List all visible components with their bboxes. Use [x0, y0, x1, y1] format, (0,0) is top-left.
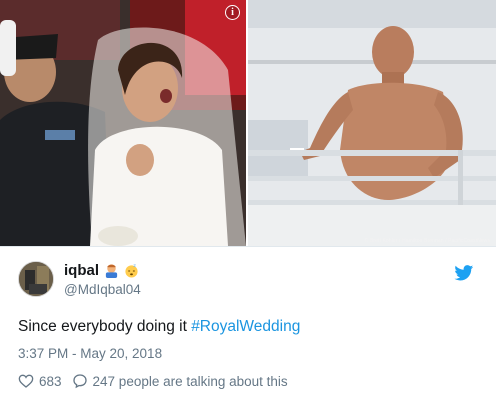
heart-icon — [18, 374, 34, 388]
sleeping-face-emoji: z — [125, 264, 138, 278]
balcony-photo-illustration — [248, 0, 496, 246]
tweet-header: iqbal z @MdIqbal04 — [18, 247, 478, 305]
man-technologist-emoji — [105, 264, 118, 278]
balcony-photo[interactable]: © Brett Kohler / Hamilton Brennan / Paci… — [248, 0, 496, 246]
avatar[interactable] — [18, 261, 54, 297]
author-names: iqbal z @MdIqbal04 — [64, 262, 141, 297]
wedding-photo-illustration — [0, 0, 246, 246]
talking-count: 247 people are talking about this — [92, 373, 288, 389]
tweet-text: Since everybody doing it #RoyalWedding — [18, 317, 478, 337]
user-handle[interactable]: @MdIqbal04 — [64, 282, 141, 297]
tweet-media[interactable]: i © Brett Kohler / Hamilton Brennan / Pa… — [0, 0, 496, 246]
wedding-photo[interactable]: i — [0, 0, 246, 246]
tweet-timestamp[interactable]: 3:37 PM - May 20, 2018 — [18, 346, 478, 361]
like-count: 683 — [39, 373, 62, 389]
twitter-bird-icon[interactable] — [454, 265, 474, 281]
photo-credit: © Brett Kohler / Hamilton Brennan / Paci… — [364, 238, 490, 244]
info-icon[interactable]: i — [225, 5, 240, 20]
conversation-action[interactable]: 247 people are talking about this — [72, 373, 288, 389]
like-action[interactable]: 683 — [18, 373, 62, 389]
tweet-actions: 683 247 people are talking about this — [18, 373, 478, 389]
speech-bubble-icon — [72, 374, 87, 389]
tweet-text-body: Since everybody doing it — [18, 318, 192, 335]
avatar-image-icon — [19, 262, 53, 296]
display-name-row: iqbal z — [64, 262, 141, 279]
display-name[interactable]: iqbal — [64, 262, 99, 279]
tweet-card: iqbal z @MdIqbal04 Since everybody doing… — [0, 246, 496, 398]
hashtag-link[interactable]: #RoyalWedding — [191, 318, 300, 335]
